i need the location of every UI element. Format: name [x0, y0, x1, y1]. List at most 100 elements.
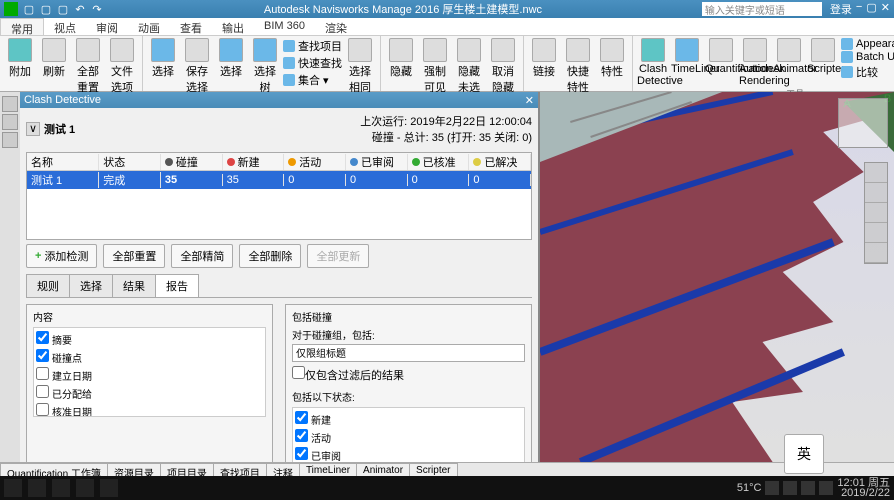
reset-all-button[interactable]: 全部重置	[103, 244, 165, 268]
start-button[interactable]	[4, 479, 22, 497]
group-mode-select[interactable]: 仅限组标题	[292, 344, 525, 362]
tab-output[interactable]: 输出	[212, 18, 254, 35]
tab-bim360[interactable]: BIM 360	[254, 18, 315, 35]
col-reviewed[interactable]: 已审阅	[346, 154, 408, 170]
compare-button[interactable]: 比较	[841, 64, 894, 80]
hide-button[interactable]: 隐藏	[385, 38, 417, 79]
tab-home[interactable]: 常用	[0, 18, 44, 35]
navigation-bar[interactable]	[864, 162, 888, 264]
delete-all-button[interactable]: 全部删除	[239, 244, 301, 268]
quick-props-button[interactable]: 快捷特性	[562, 38, 594, 95]
subtab-select[interactable]: 选择	[69, 274, 113, 297]
window-title: Autodesk Navisworks Manage 2016 厚生楼土建模型.…	[264, 1, 542, 17]
appearance-profiler-button[interactable]: Appearance Profiler	[841, 38, 894, 50]
quantification-button[interactable]: Quantification	[705, 38, 737, 75]
ime-indicator[interactable]: 英	[784, 434, 824, 474]
tool-3[interactable]	[2, 132, 18, 148]
autodesk-rendering-button[interactable]: Autodesk Rendering	[739, 38, 771, 87]
maximize-icon[interactable]: ▢	[866, 1, 876, 17]
tool-1[interactable]	[2, 96, 18, 112]
content-checkbox[interactable]: 建立日期	[36, 366, 263, 384]
table-row[interactable]: 测试 1 完成 35 35 0 0 0 0	[27, 171, 531, 189]
links-button[interactable]: 链接	[528, 38, 560, 79]
subtab-rules[interactable]: 规则	[26, 274, 70, 297]
help-search-input[interactable]: 输入关键字或短语	[702, 2, 822, 16]
select-same-button[interactable]: 选择	[215, 38, 247, 79]
refresh-button[interactable]: 刷新	[38, 38, 70, 79]
save-selection-button[interactable]: 保存选择	[181, 38, 213, 95]
tray-icon[interactable]	[783, 481, 797, 495]
add-test-button[interactable]: +添加检测	[26, 244, 97, 268]
windows-taskbar: 51°C 12:01 周五 2019/2/22	[0, 476, 894, 500]
3d-viewport[interactable]: A B	[540, 92, 894, 462]
expand-test-icon[interactable]: ∨	[26, 122, 40, 136]
tray-icon[interactable]	[819, 481, 833, 495]
content-checkbox[interactable]: 已分配给	[36, 384, 263, 402]
sets-button[interactable]: 集合 ▾	[283, 72, 342, 88]
minimize-icon[interactable]: −	[856, 1, 862, 17]
left-toolbar	[0, 92, 20, 462]
last-run-label: 上次运行: 2019年2月22日 12:00:04	[360, 113, 532, 129]
tray-icon[interactable]	[801, 481, 815, 495]
col-status[interactable]: 状态	[99, 154, 161, 170]
clock[interactable]: 12:01 周五 2019/2/22	[837, 478, 890, 498]
update-all-button[interactable]: 全部更新	[307, 244, 369, 268]
close-icon[interactable]: ✕	[881, 1, 890, 17]
qat-save-icon[interactable]: ▢	[56, 2, 70, 16]
qat-redo-icon[interactable]: ↷	[90, 2, 104, 16]
panel-title: Clash Detective	[24, 94, 101, 106]
animator-button[interactable]: Animator	[773, 38, 805, 75]
batch-utility-button[interactable]: Batch Utility	[841, 51, 894, 63]
content-checkbox[interactable]: 碰撞点	[36, 348, 263, 366]
file-options-button[interactable]: 文件选项	[106, 38, 138, 95]
col-new[interactable]: 新建	[223, 154, 285, 170]
subtab-report[interactable]: 报告	[155, 274, 199, 297]
clash-detective-button[interactable]: Clash Detective	[637, 38, 669, 87]
compact-all-button[interactable]: 全部精简	[171, 244, 233, 268]
test-name: 测试 1	[44, 121, 75, 137]
col-clashes[interactable]: 碰撞	[161, 154, 223, 170]
content-checkbox[interactable]: 摘要	[36, 330, 263, 348]
qat-new-icon[interactable]: ▢	[22, 2, 36, 16]
select-button[interactable]: 选择	[147, 38, 179, 79]
tool-2[interactable]	[2, 114, 18, 130]
temperature: 51°C	[737, 482, 762, 494]
tab-animation[interactable]: 动画	[128, 18, 170, 35]
tab-render[interactable]: 渲染	[315, 18, 357, 35]
title-bar: ▢ ▢ ▢ ↶ ↷ Autodesk Navisworks Manage 201…	[0, 0, 894, 18]
login-link[interactable]: 登录	[830, 1, 852, 17]
tab-review[interactable]: 审阅	[86, 18, 128, 35]
reset-all-button[interactable]: 全部重置	[72, 38, 104, 95]
task-icon[interactable]	[28, 479, 46, 497]
status-checkbox[interactable]: 已审阅	[295, 446, 522, 462]
scripter-button[interactable]: Scripter	[807, 38, 839, 75]
status-checkbox[interactable]: 新建	[295, 410, 522, 428]
require-button[interactable]: 强制可见	[419, 38, 451, 95]
col-name[interactable]: 名称	[27, 154, 99, 170]
tab-viewpoint[interactable]: 视点	[44, 18, 86, 35]
content-checkbox[interactable]: 核准日期	[36, 402, 263, 417]
col-active[interactable]: 活动	[284, 154, 346, 170]
task-icon[interactable]	[100, 479, 118, 497]
qat-undo-icon[interactable]: ↶	[73, 2, 87, 16]
status-checkbox[interactable]: 活动	[295, 428, 522, 446]
find-items-button[interactable]: 查找项目	[283, 38, 342, 54]
tests-table: 名称 状态 碰撞 新建 活动 已审阅 已核准 已解决 测试 1 完成 35 35…	[26, 152, 532, 240]
properties-button[interactable]: 特性	[596, 38, 628, 79]
col-approved[interactable]: 已核准	[408, 154, 470, 170]
attach-button[interactable]: 附加	[4, 38, 36, 79]
tab-view[interactable]: 查看	[170, 18, 212, 35]
selection-tree-button[interactable]: 选择树	[249, 38, 281, 95]
timeliner-button[interactable]: TimeLiner	[671, 38, 703, 75]
viewcube[interactable]	[838, 98, 888, 148]
tray-icon[interactable]	[765, 481, 779, 495]
filter-only-checkbox[interactable]: 仅包含过滤后的结果	[292, 370, 404, 382]
task-icon[interactable]	[76, 479, 94, 497]
col-resolved[interactable]: 已解决	[469, 154, 531, 170]
task-icon[interactable]	[52, 479, 70, 497]
quick-find-input[interactable]: 快速查找	[283, 55, 342, 71]
clash-summary: 碰撞 - 总计: 35 (打开: 35 关闭: 0)	[360, 129, 532, 145]
panel-close-icon[interactable]: ✕	[525, 94, 534, 107]
qat-open-icon[interactable]: ▢	[39, 2, 53, 16]
subtab-results[interactable]: 结果	[112, 274, 156, 297]
